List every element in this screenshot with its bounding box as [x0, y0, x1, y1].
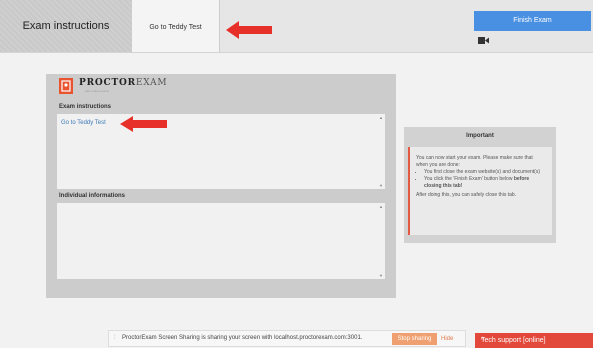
- logo-brand-bold: PROCTOR: [79, 78, 136, 88]
- scroll-down-icon[interactable]: ▼: [379, 183, 383, 188]
- important-intro: You can now start your exam. Please make…: [416, 155, 533, 168]
- proctorexam-logo-icon: [59, 78, 73, 94]
- important-title: Important: [466, 133, 494, 139]
- top-bar: Exam instructions Go to Teddy Test Finis…: [0, 0, 593, 53]
- scroll-up-icon[interactable]: ▲: [379, 115, 383, 120]
- camera-icon[interactable]: [478, 36, 489, 45]
- exam-instructions-tab[interactable]: Exam instructions: [0, 0, 132, 52]
- important-list: You first close the exam website(s) and …: [416, 169, 546, 190]
- finish-exam-button[interactable]: Finish Exam: [474, 11, 591, 31]
- tech-support-bar[interactable]: Tech support [online] ^: [475, 333, 593, 348]
- chevron-up-icon[interactable]: ^: [481, 337, 588, 344]
- logo-tagline: safe online exams: [85, 89, 110, 93]
- important-outro: After doing this, you can safely close t…: [416, 192, 517, 198]
- important-notice: You can now start your exam. Please make…: [408, 147, 552, 235]
- scroll-down-icon[interactable]: ▼: [379, 273, 383, 278]
- important-panel: Important You can now start your exam. P…: [404, 127, 556, 243]
- exam-instructions-tab-label: Exam instructions: [22, 20, 110, 32]
- exam-instructions-box[interactable]: Go to Teddy Test ▲ ▼: [57, 114, 385, 189]
- important-bullet-1: You first close the exam website(s) and …: [424, 169, 546, 176]
- proctorexam-logo: PROCTOREXAM safe online exams: [59, 77, 167, 95]
- exam-instructions-label: Exam instructions: [59, 104, 112, 110]
- go-to-teddy-test-tab[interactable]: Go to Teddy Test: [132, 0, 220, 52]
- scroll-up-icon[interactable]: ▲: [379, 204, 383, 209]
- red-arrow-icon: [120, 116, 167, 132]
- red-arrow-icon: [226, 21, 272, 39]
- screen-sharing-bar: ⁞ ProctorExam Screen Sharing is sharing …: [108, 330, 466, 347]
- hide-button[interactable]: Hide: [441, 333, 461, 345]
- logo-wordmark: PROCTOREXAM: [79, 78, 167, 88]
- important-bullet-2-text: You click the 'Finish Exam' button below: [424, 176, 513, 182]
- stop-sharing-button[interactable]: Stop sharing: [392, 333, 437, 345]
- logo-brand-light: EXAM: [135, 78, 168, 88]
- go-to-teddy-test-tab-label: Go to Teddy Test: [149, 24, 202, 31]
- individual-informations-box[interactable]: ▲ ▼: [57, 203, 385, 279]
- go-to-teddy-test-link[interactable]: Go to Teddy Test: [61, 120, 106, 126]
- important-bullet-2: You click the 'Finish Exam' button below…: [424, 176, 546, 190]
- individual-informations-label: Individual informations: [59, 193, 126, 199]
- screen-sharing-text: ProctorExam Screen Sharing is sharing yo…: [122, 335, 363, 341]
- drag-handle-icon[interactable]: ⁞: [114, 335, 116, 341]
